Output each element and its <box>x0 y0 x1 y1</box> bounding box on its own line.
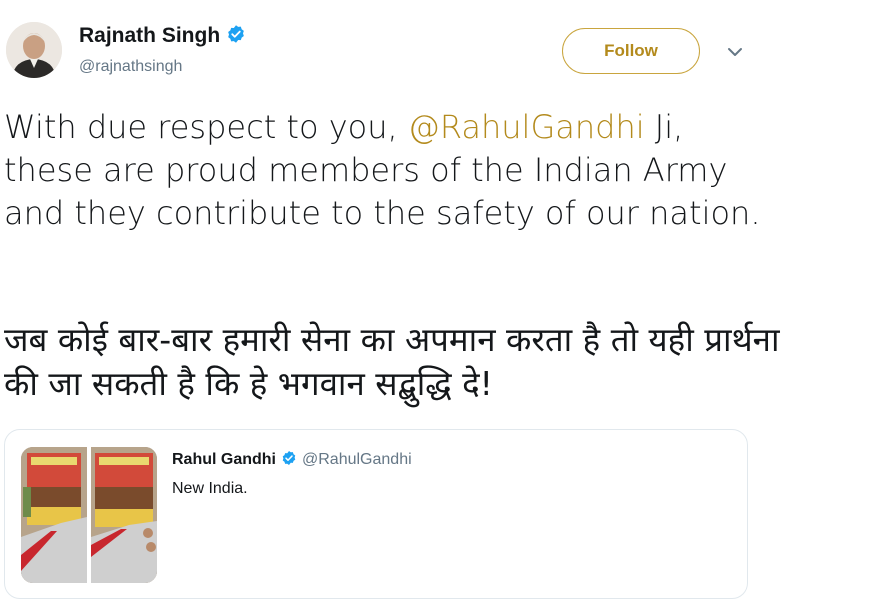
quoted-author-name[interactable]: Rahul Gandhi <box>172 451 276 469</box>
chevron-down-icon[interactable] <box>726 44 744 58</box>
avatar[interactable] <box>6 22 62 78</box>
quoted-tweet-text: New India. <box>172 480 248 497</box>
verified-badge-icon <box>226 24 246 48</box>
tweet-text: With due respect to you, @RahulGandhi Ji… <box>4 106 764 235</box>
tweet-hindi-text: जब कोई बार-बार हमारी सेना का अपमान करता … <box>4 320 780 403</box>
verified-badge-icon <box>281 450 297 470</box>
mention-link[interactable]: @RahulGandhi <box>408 108 645 146</box>
quoted-tweet-card[interactable]: Rahul Gandhi @RahulGandhi New India. <box>4 429 748 599</box>
follow-button[interactable]: Follow <box>562 28 700 74</box>
tweet-text-start: With due respect to you, <box>4 108 408 146</box>
quoted-tweet-image[interactable] <box>21 447 157 583</box>
author-name[interactable]: Rajnath Singh <box>79 24 220 48</box>
quoted-author-handle[interactable]: @RahulGandhi <box>302 451 412 469</box>
author-handle[interactable]: @rajnathsingh <box>79 58 182 76</box>
